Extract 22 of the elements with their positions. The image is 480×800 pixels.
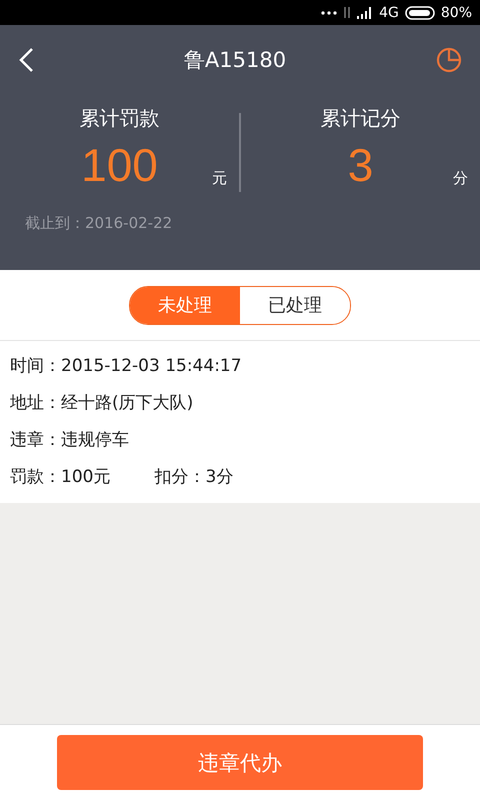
record-field: 扣分：3分 [154, 465, 234, 488]
summary-label: 累计罚款 [80, 105, 160, 132]
record-field: 违章：违规停车 [10, 428, 129, 451]
back-icon[interactable] [18, 47, 34, 73]
summary-value: 3 [348, 138, 374, 192]
battery-level: 80% [440, 4, 472, 20]
battery-icon [404, 6, 435, 20]
record-field: 罚款：100元 [10, 465, 110, 488]
record-field: 地址：经十路(历下大队) [10, 391, 194, 414]
pie-chart-icon[interactable] [436, 47, 462, 73]
handle-violation-button[interactable]: 违章代办 [57, 735, 423, 790]
summary-value: 100 [81, 138, 158, 192]
signal-icon [357, 6, 374, 18]
cutoff-date: 截止到：2016-02-22 [25, 214, 174, 233]
plate-title: 鲁A15180 [184, 47, 286, 74]
record-field: 时间：2015-12-03 15:44:17 [10, 354, 242, 377]
unit-label: 元 [212, 169, 227, 188]
summary-label: 累计记分 [320, 105, 400, 132]
status-tab[interactable]: 未处理 [130, 286, 240, 324]
unit-label: 分 [453, 169, 468, 188]
more-icon [321, 10, 338, 14]
network-type: 4G [379, 4, 399, 20]
